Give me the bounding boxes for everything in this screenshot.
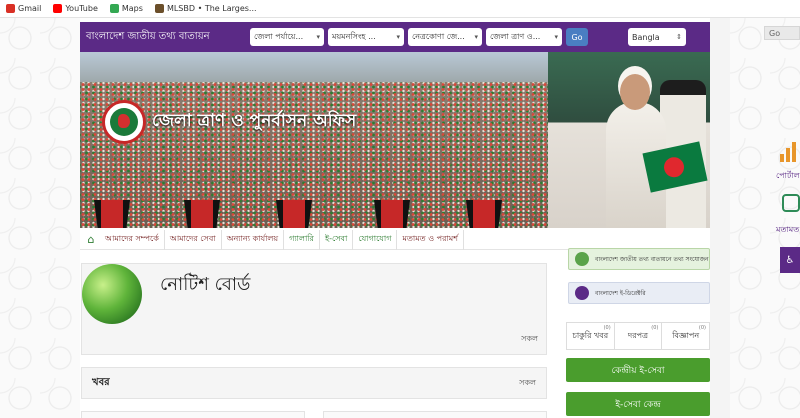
portal-widget-label[interactable]: পোর্টাল bbox=[776, 170, 800, 183]
content-box-right bbox=[323, 411, 547, 418]
globe-icon bbox=[82, 264, 142, 324]
bookmarks-bar: Gmail YouTube Maps MLSBD • The Larges... bbox=[0, 0, 800, 18]
maps-icon bbox=[109, 4, 119, 13]
national-portal-link[interactable]: বাংলাদেশ জাতীয় তথ্য বাতায়নে তথ্য সংযোজ… bbox=[568, 248, 710, 270]
tab-advertisements[interactable]: বিজ্ঞাপন (0) bbox=[662, 323, 709, 349]
notice-board-title: নোটিশ বোর্ড bbox=[160, 274, 251, 295]
nav-item-other-offices[interactable]: অন্যান্য কার্যালয় bbox=[222, 229, 285, 250]
go-button[interactable]: Go bbox=[566, 28, 588, 46]
news-view-all-link[interactable]: সকল bbox=[519, 377, 536, 390]
e-directory-link[interactable]: বাংলাদেশ ই-ডিরেক্টরি bbox=[568, 282, 710, 304]
e-service-center-button[interactable]: ই-সেবা কেন্দ্র bbox=[566, 392, 710, 416]
chevron-down-icon: ▾ bbox=[396, 33, 400, 41]
gmail-icon bbox=[6, 4, 15, 13]
pennant-flag bbox=[466, 200, 502, 228]
chevron-updown-icon: ⇕ bbox=[676, 33, 682, 41]
bookmark-youtube[interactable]: YouTube bbox=[53, 4, 98, 13]
pennant-flag bbox=[374, 200, 410, 228]
select-division[interactable]: ময়মনসিংহ ... ▾ bbox=[328, 28, 404, 46]
directory-icon bbox=[575, 286, 589, 300]
nav-item-about[interactable]: আমাদের সম্পর্কে bbox=[100, 229, 165, 250]
youtube-icon bbox=[53, 4, 63, 13]
select-office[interactable]: জেলা ত্রাণ ও... ▾ bbox=[486, 28, 562, 46]
office-name: জেলা ত্রাণ ও পুনর্বাসন অফিস bbox=[152, 111, 357, 131]
logo-emblem-icon bbox=[110, 108, 138, 136]
select-district[interactable]: নেত্রকোণা জে... ▾ bbox=[408, 28, 482, 46]
chevron-down-icon: ▾ bbox=[474, 33, 478, 41]
tab-job-news[interactable]: চাকুরি খবর (0) bbox=[567, 323, 615, 349]
nav-item-gallery[interactable]: গ্যালারি bbox=[284, 229, 320, 250]
nav-item-contact[interactable]: যোগাযোগ bbox=[353, 229, 398, 250]
bar-chart-icon[interactable] bbox=[780, 140, 800, 162]
bookmark-mlsbd[interactable]: MLSBD • The Larges... bbox=[154, 4, 257, 13]
select-level[interactable]: জেলা পর্যায়ে... ▾ bbox=[250, 28, 324, 46]
accessibility-icon[interactable]: ♿ bbox=[780, 247, 800, 273]
chevron-down-icon: ▾ bbox=[316, 33, 320, 41]
home-icon[interactable]: ⌂ bbox=[82, 231, 100, 249]
language-select[interactable]: Bangla ⇕ bbox=[628, 28, 686, 46]
notice-view-all-link[interactable]: সকল bbox=[521, 333, 538, 346]
portal-topbar: বাংলাদেশ জাতীয় তথ্য বাতায়ন জেলা পর্যায… bbox=[80, 22, 710, 52]
mlsbd-icon bbox=[154, 4, 164, 13]
news-title: খবর bbox=[92, 376, 110, 388]
government-logo[interactable] bbox=[102, 100, 146, 144]
feedback-widget-label[interactable]: মতামত bbox=[776, 224, 799, 237]
tab-tenders[interactable]: দরপত্র (0) bbox=[615, 323, 663, 349]
news-panel: খবর সকল bbox=[81, 367, 547, 399]
nav-item-feedback[interactable]: মতামত ও পরামর্শ bbox=[397, 229, 464, 250]
nav-item-services[interactable]: আমাদের সেবা bbox=[165, 229, 222, 250]
chevron-down-icon: ▾ bbox=[554, 33, 558, 41]
pennant-flag bbox=[184, 200, 220, 228]
notice-board-panel: নোটিশ বোর্ড সকল bbox=[81, 263, 547, 355]
pennant-flag bbox=[94, 200, 130, 228]
banner-speaker-head bbox=[620, 74, 650, 110]
portal-title[interactable]: বাংলাদেশ জাতীয় তথ্য বাতায়ন bbox=[86, 29, 246, 46]
header-banner: জেলা ত্রাণ ও পুনর্বাসন অফিস bbox=[80, 52, 710, 228]
chat-icon[interactable] bbox=[782, 194, 800, 212]
bookmark-maps[interactable]: Maps bbox=[109, 4, 143, 13]
main-nav: ⌂ আমাদের সম্পর্কে আমাদের সেবা অন্যান্য ক… bbox=[80, 229, 710, 250]
pennant-flag bbox=[276, 200, 312, 228]
central-e-service-button[interactable]: কেন্দ্রীয় ই-সেবা bbox=[566, 358, 710, 382]
right-decorative-pattern bbox=[730, 18, 800, 418]
portal-icon bbox=[575, 252, 589, 266]
page-container: বাংলাদেশ জাতীয় তথ্য বাতায়ন জেলা পর্যায… bbox=[80, 18, 710, 418]
jobs-tenders-ads-tabs: চাকুরি খবর (0) দরপত্র (0) বিজ্ঞাপন (0) bbox=[566, 322, 710, 350]
bookmark-gmail[interactable]: Gmail bbox=[6, 4, 41, 13]
nav-item-e-service[interactable]: ই-সেবা bbox=[320, 229, 354, 250]
content-box-left bbox=[81, 411, 305, 418]
top-right-button[interactable]: Go bbox=[764, 26, 800, 40]
left-decorative-pattern bbox=[0, 18, 80, 418]
